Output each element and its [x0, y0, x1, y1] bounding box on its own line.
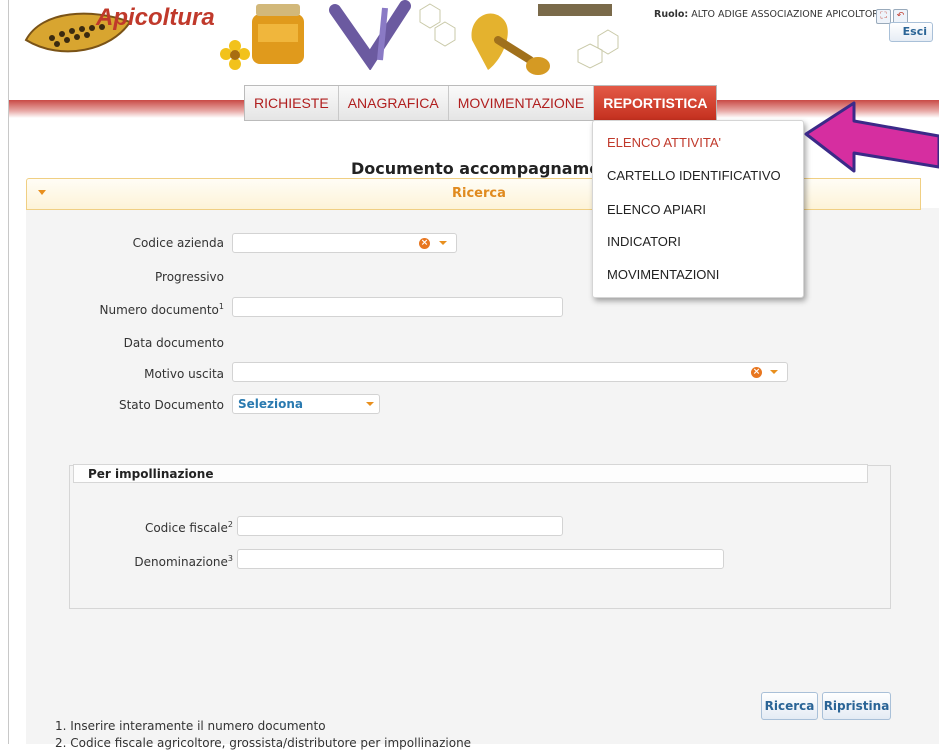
chevron-down-icon[interactable] [439, 241, 447, 245]
motivo-uscita-label: Motivo uscita [144, 367, 224, 381]
logout-button[interactable]: Esci [889, 22, 933, 42]
impollinazione-legend: Per impollinazione [73, 464, 868, 483]
numero-documento-label: Numero documento1 [99, 302, 224, 317]
progressivo-label: Progressivo [155, 270, 224, 284]
denominazione-label: Denominazione3 [134, 554, 233, 569]
codice-azienda-label: Codice azienda [132, 236, 224, 250]
annotation-arrow-icon [804, 101, 939, 173]
lavender-illustration [329, 0, 411, 70]
menu-item-elenco-attivita[interactable]: ELENCO ATTIVITA' [607, 135, 721, 150]
codice-fiscale-input[interactable] [237, 516, 563, 536]
role-label: Ruolo: [654, 9, 689, 20]
role-value: ALTO ADIGE ASSOCIAZIONE APICOLTORI [691, 9, 882, 20]
menu-item-cartello-identificativo[interactable]: CARTELLO IDENTIFICATIVO [607, 168, 781, 183]
nav-movimentazione[interactable]: MOVIMENTAZIONE [449, 86, 595, 120]
impollinazione-fieldset [69, 465, 891, 609]
denominazione-input[interactable] [237, 549, 724, 569]
numero-documento-input[interactable] [232, 297, 563, 317]
menu-item-movimentazioni[interactable]: MOVIMENTAZIONI [607, 267, 719, 282]
fullscreen-icon[interactable]: ⛶ [876, 9, 891, 24]
page-title: Documento accompagnamen [351, 159, 612, 178]
search-panel-title: Ricerca [452, 186, 506, 201]
footnote-2: 2. Codice fiscale agricoltore, grossista… [55, 736, 472, 750]
collapse-caret-icon[interactable] [38, 190, 46, 195]
main-nav: RICHIESTE ANAGRAFICA MOVIMENTAZIONE REPO… [244, 85, 718, 121]
honey-jar-illustration [252, 4, 304, 64]
footnote-1: 1. Inserire interamente il numero docume… [55, 719, 326, 733]
stato-documento-label: Stato Documento [118, 398, 224, 412]
data-documento-label: Data documento [123, 336, 224, 350]
reportistica-dropdown: ELENCO ATTIVITA' CARTELLO IDENTIFICATIVO… [592, 120, 804, 298]
menu-item-indicatori[interactable]: INDICATORI [607, 234, 681, 249]
stato-documento-value: Seleziona [238, 397, 304, 411]
nav-anagrafica[interactable]: ANAGRAFICA [339, 86, 449, 120]
chevron-down-icon[interactable] [770, 370, 778, 374]
user-role: Ruolo: ALTO ADIGE ASSOCIAZIONE APICOLTOR… [654, 9, 882, 20]
chevron-down-icon[interactable] [366, 402, 374, 406]
nav-richieste[interactable]: RICHIESTE [245, 86, 339, 120]
reset-button[interactable]: Ripristina [822, 692, 891, 720]
search-button[interactable]: Ricerca [761, 692, 818, 720]
nav-reportistica[interactable]: REPORTISTICA [594, 86, 717, 120]
clear-icon[interactable]: × [751, 367, 762, 378]
menu-item-elenco-apiari[interactable]: ELENCO APIARI [607, 202, 706, 217]
app-logo-text: Apicoltura [96, 4, 215, 31]
codice-fiscale-label: Codice fiscale2 [144, 520, 233, 535]
motivo-uscita-select[interactable] [232, 362, 788, 382]
clear-icon[interactable]: × [419, 238, 430, 249]
beekeeper-illustration [471, 4, 619, 75]
